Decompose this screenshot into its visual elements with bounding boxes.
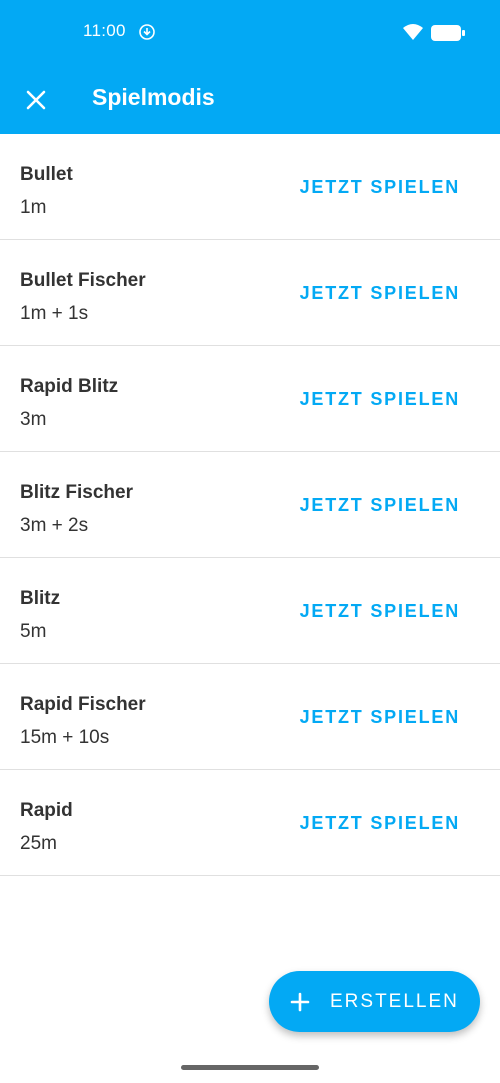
play-now-button[interactable]: JETZT SPIELEN	[300, 707, 460, 728]
battery-icon	[431, 25, 465, 41]
mode-name: Rapid Blitz	[20, 376, 119, 397]
app-bar: 11:00 Spielmodis	[0, 0, 500, 134]
mode-name: Rapid	[20, 800, 73, 821]
plus-icon	[290, 992, 310, 1012]
play-now-button[interactable]: JETZT SPIELEN	[300, 601, 460, 622]
mode-time: 3m	[20, 409, 47, 430]
list-item: Bullet Fischer 1m + 1s JETZT SPIELEN	[0, 240, 500, 346]
mode-time: 25m	[20, 833, 57, 854]
mode-name: Blitz Fischer	[20, 482, 133, 503]
download-status-icon	[139, 24, 155, 40]
list-item: Blitz Fischer 3m + 2s JETZT SPIELEN	[0, 452, 500, 558]
page-title: Spielmodis	[92, 84, 215, 110]
mode-time: 1m	[20, 197, 47, 218]
create-button-label: ERSTELLEN	[330, 991, 459, 1012]
play-now-button[interactable]: JETZT SPIELEN	[300, 389, 460, 410]
list-item: Blitz 5m JETZT SPIELEN	[0, 558, 500, 664]
create-button[interactable]: ERSTELLEN	[269, 971, 480, 1032]
mode-name: Blitz	[20, 588, 61, 609]
close-icon[interactable]	[18, 82, 54, 118]
play-now-button[interactable]: JETZT SPIELEN	[300, 813, 460, 834]
home-indicator[interactable]	[181, 1065, 319, 1070]
game-mode-list: Bullet 1m JETZT SPIELEN Bullet Fischer 1…	[0, 134, 500, 876]
list-item: Rapid 25m JETZT SPIELEN	[0, 770, 500, 876]
list-item: Rapid Blitz 3m JETZT SPIELEN	[0, 346, 500, 452]
play-now-button[interactable]: JETZT SPIELEN	[300, 495, 460, 516]
mode-name: Rapid Fischer	[20, 694, 146, 715]
status-time: 11:00	[83, 21, 126, 40]
list-item: Bullet 1m JETZT SPIELEN	[0, 134, 500, 240]
list-item: Rapid Fischer 15m + 10s JETZT SPIELEN	[0, 664, 500, 770]
mode-name: Bullet	[20, 164, 73, 185]
mode-time: 15m + 10s	[20, 727, 110, 748]
screen: 11:00 Spielmodis Bullet 1m JETZT SPIELEN…	[0, 0, 500, 1083]
play-now-button[interactable]: JETZT SPIELEN	[300, 177, 460, 198]
mode-time: 3m + 2s	[20, 515, 89, 536]
mode-time: 5m	[20, 621, 47, 642]
mode-name: Bullet Fischer	[20, 270, 146, 291]
wifi-icon	[403, 24, 423, 40]
mode-time: 1m + 1s	[20, 303, 89, 324]
play-now-button[interactable]: JETZT SPIELEN	[300, 283, 460, 304]
